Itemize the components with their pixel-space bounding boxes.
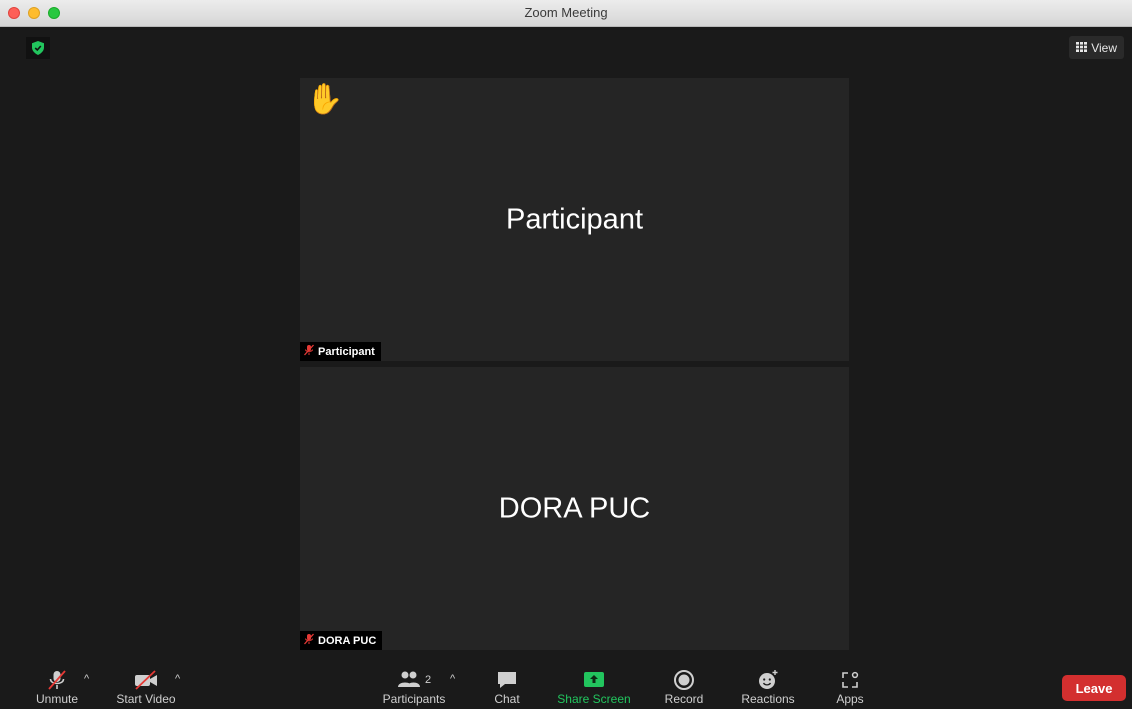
- participants-label: Participants: [382, 692, 446, 706]
- chat-button[interactable]: Chat: [487, 662, 527, 709]
- apps-icon: [840, 668, 860, 692]
- tile-display-name: Participant: [505, 203, 643, 235]
- tile-label-text: Participant: [318, 345, 375, 358]
- unmute-label: Unmute: [35, 692, 79, 706]
- unmute-button[interactable]: Unmute: [30, 662, 84, 709]
- window-title: Zoom Meeting: [524, 5, 608, 20]
- participants-options-chevron-up-icon[interactable]: ^: [450, 673, 455, 685]
- record-label: Record: [664, 692, 704, 706]
- audio-options-chevron-up-icon[interactable]: ^: [84, 673, 89, 685]
- video-tile-dora-puc[interactable]: DORA PUC DORA PUC: [300, 367, 849, 650]
- view-button-label: View: [1091, 40, 1117, 55]
- share-screen-label: Share Screen: [557, 692, 631, 706]
- grid-icon: [1076, 41, 1088, 55]
- share-screen-button[interactable]: Share Screen: [552, 662, 636, 709]
- view-button[interactable]: View: [1069, 36, 1124, 59]
- share-screen-arrow-icon: [582, 668, 606, 692]
- add-reaction-smiley-icon: [756, 668, 780, 692]
- leave-meeting-button[interactable]: Leave: [1062, 675, 1126, 701]
- tile-display-name: DORA PUC: [498, 492, 651, 524]
- tile-label-text: DORA PUC: [318, 634, 377, 647]
- chat-bubble-icon: [496, 668, 518, 692]
- video-tile-participant[interactable]: ✋ Participant Participant: [300, 78, 849, 361]
- muted-mic-icon: [303, 344, 315, 359]
- record-button[interactable]: Record: [660, 662, 708, 709]
- reactions-label: Reactions: [741, 692, 795, 706]
- title-bar: Zoom Meeting: [0, 0, 1132, 27]
- tile-name-label: DORA PUC: [300, 631, 383, 650]
- record-icon: [673, 668, 695, 692]
- reactions-button[interactable]: Reactions: [736, 662, 800, 709]
- start-video-label: Start Video: [116, 692, 176, 706]
- raised-hand-icon: ✋: [306, 83, 344, 116]
- apps-button[interactable]: Apps: [830, 662, 870, 709]
- participants-icon-group: 2: [397, 668, 431, 692]
- participant-count: 2: [424, 674, 432, 686]
- start-video-button[interactable]: Start Video: [110, 662, 182, 709]
- video-off-camera-icon: [133, 668, 159, 692]
- security-shield-icon[interactable]: [26, 37, 50, 59]
- muted-microphone-icon: [46, 668, 68, 692]
- video-options-chevron-up-icon[interactable]: ^: [175, 673, 180, 685]
- participants-button[interactable]: 2 Participants: [378, 662, 450, 709]
- apps-label: Apps: [836, 692, 864, 706]
- participants-icon: [397, 670, 421, 691]
- muted-mic-icon: [303, 633, 315, 648]
- tile-name-label: Participant: [300, 342, 381, 361]
- meeting-toolbar: Unmute ^ Start Video ^ 2 Participants ^ …: [0, 662, 1132, 709]
- chat-label: Chat: [494, 692, 520, 706]
